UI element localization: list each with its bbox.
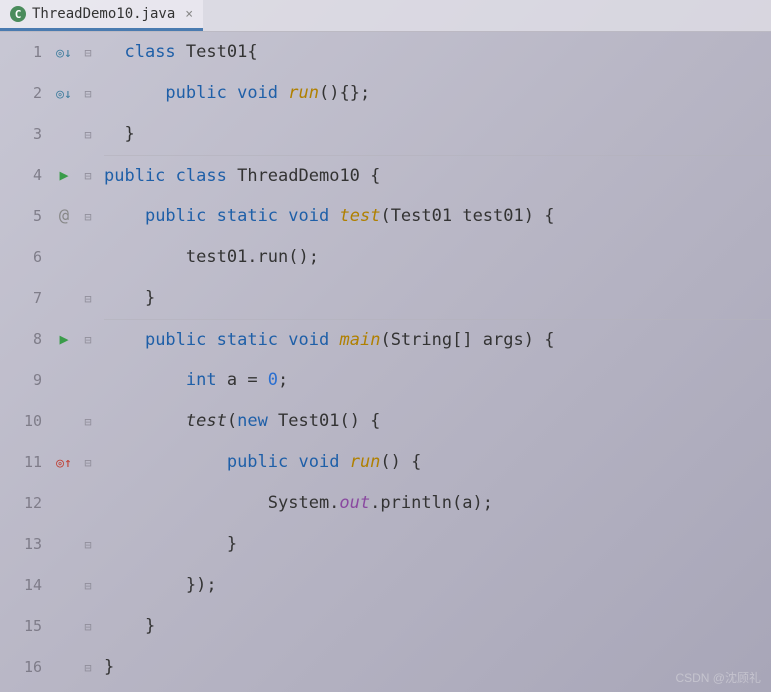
override-up-icon[interactable]: ◎↑ [56,456,72,471]
code-line: } [104,278,771,319]
line-number-gutter: 1 2 3 4 5 6 7 8 9 10 11 12 13 14 15 16 [0,32,48,692]
java-class-icon: C [10,6,26,22]
code-line: public static void test(Test01 test01) { [104,196,771,237]
code-text-area[interactable]: class Test01{ public void run(){}; } pub… [96,32,771,692]
run-icon[interactable]: ▶ [59,166,68,184]
code-line: } [104,647,771,688]
code-line: System.out.println(a); [104,483,771,524]
fold-icon[interactable]: ⊟ [84,456,91,470]
line-number: 7 [0,278,42,319]
tab-bar: C ThreadDemo10.java × [0,0,771,32]
close-icon[interactable]: × [185,7,193,22]
code-editor[interactable]: 1 2 3 4 5 6 7 8 9 10 11 12 13 14 15 16 ◎… [0,32,771,692]
file-tab[interactable]: C ThreadDemo10.java × [0,0,203,31]
line-number: 14 [0,565,42,606]
code-line: } [104,524,771,565]
fold-icon[interactable]: ⊟ [84,415,91,429]
fold-icon[interactable]: ⊟ [84,579,91,593]
code-line: } [104,114,771,155]
code-line: }); [104,565,771,606]
fold-column: ⊟ ⊟ ⊟ ⊟ ⊟ ⊟ ⊟ ⊟ ⊟ ⊟ ⊟ ⊟ ⊟ [80,32,96,692]
fold-icon[interactable]: ⊟ [84,87,91,101]
line-number: 10 [0,401,42,442]
fold-icon[interactable]: ⊟ [84,128,91,142]
fold-icon[interactable]: ⊟ [84,210,91,224]
line-number: 3 [0,114,42,155]
line-number: 11 [0,442,42,483]
override-down-icon[interactable]: ◎↓ [56,87,72,102]
fold-icon[interactable]: ⊟ [84,169,91,183]
line-number: 15 [0,606,42,647]
fold-icon[interactable]: ⊟ [84,333,91,347]
line-number: 12 [0,483,42,524]
run-icon[interactable]: ▶ [59,330,68,348]
line-number: 8 [0,319,42,360]
code-line: public void run(){}; [104,73,771,114]
fold-icon[interactable]: ⊟ [84,46,91,60]
fold-icon[interactable]: ⊟ [84,292,91,306]
code-line: public void run() { [104,442,771,483]
code-line: } [104,606,771,647]
code-line: test01.run(); [104,237,771,278]
gutter-icon-column: ◎↓ ◎↓ ▶ @ ▶ ◎↑ [48,32,80,692]
code-line: int a = 0; [104,360,771,401]
line-number: 4 [0,155,42,196]
line-number: 16 [0,647,42,688]
code-line: public static void main(String[] args) { [104,319,771,360]
code-line: public class ThreadDemo10 { [104,155,771,196]
fold-icon[interactable]: ⊟ [84,620,91,634]
line-number: 1 [0,32,42,73]
watermark: CSDN @沈顾礼 [675,669,761,686]
code-line: test(new Test01() { [104,401,771,442]
fold-icon[interactable]: ⊟ [84,538,91,552]
line-number: 5 [0,196,42,237]
line-number: 6 [0,237,42,278]
line-number: 9 [0,360,42,401]
line-number: 13 [0,524,42,565]
fold-icon[interactable]: ⊟ [84,661,91,675]
annotation-icon[interactable]: @ [59,206,69,226]
line-number: 2 [0,73,42,114]
code-line: class Test01{ [104,32,771,73]
override-down-icon[interactable]: ◎↓ [56,46,72,61]
tab-filename: ThreadDemo10.java [32,6,175,22]
